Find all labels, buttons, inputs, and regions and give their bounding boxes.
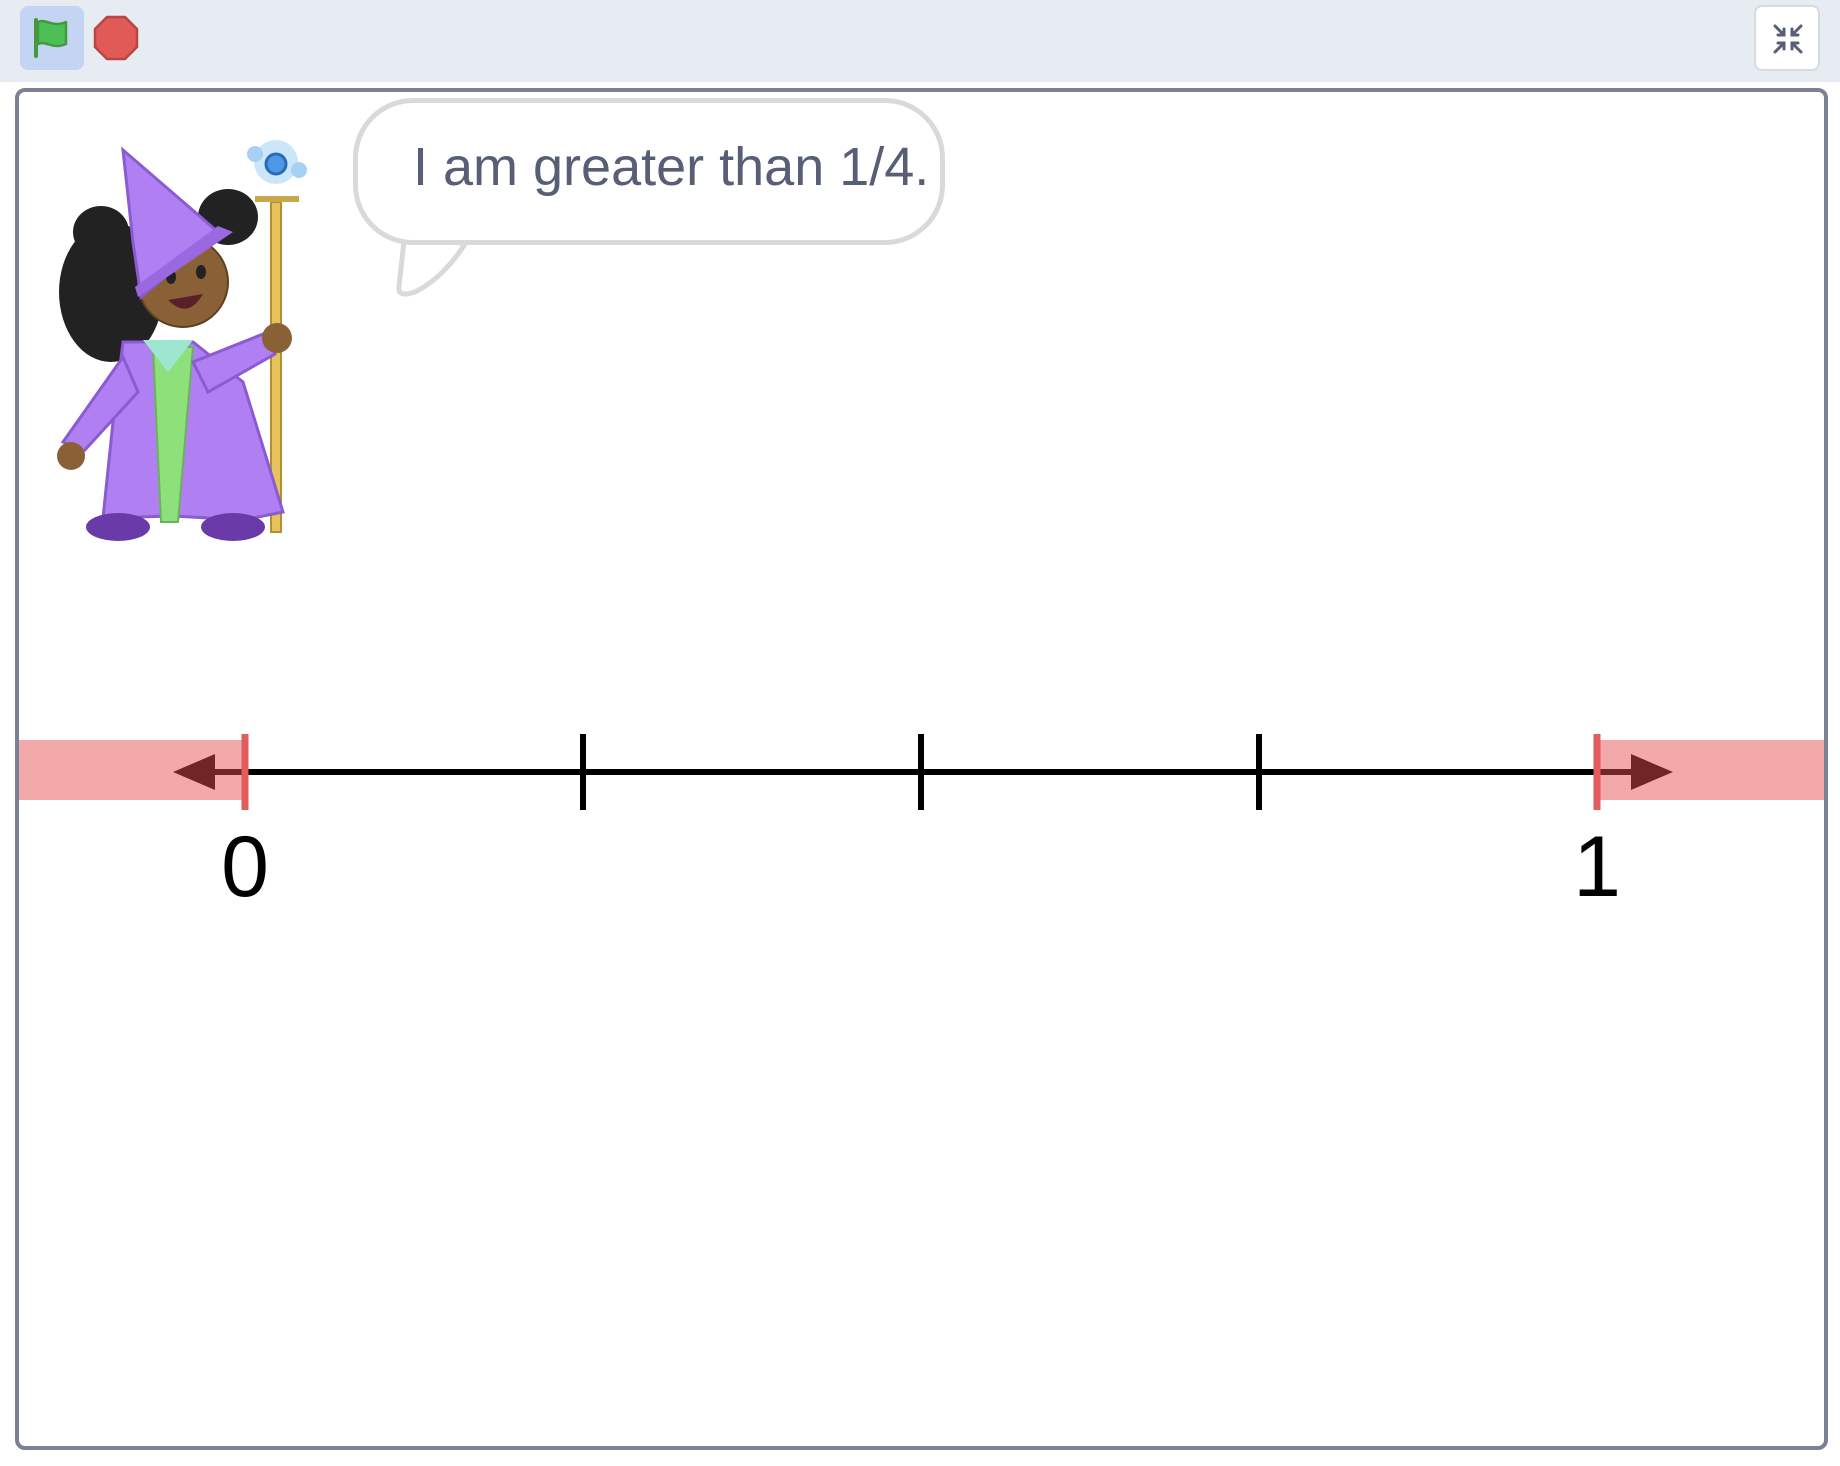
stop-sign-icon[interactable]: [92, 14, 140, 62]
exit-fullscreen-icon: [1773, 24, 1803, 54]
stage-header: [0, 0, 1840, 82]
exit-fullscreen-button[interactable]: [1754, 5, 1820, 71]
tick-label-0: 0: [221, 819, 269, 915]
speech-bubble-text: I am greater than 1/4.: [413, 137, 930, 197]
wizard-sprite[interactable]: [43, 122, 343, 542]
green-flag-icon: [34, 18, 68, 58]
stage-canvas[interactable]: 0 1 I am greater than 1/4.: [15, 88, 1828, 1450]
tick-label-1: 1: [1573, 819, 1621, 915]
green-flag-button[interactable]: [20, 6, 84, 70]
